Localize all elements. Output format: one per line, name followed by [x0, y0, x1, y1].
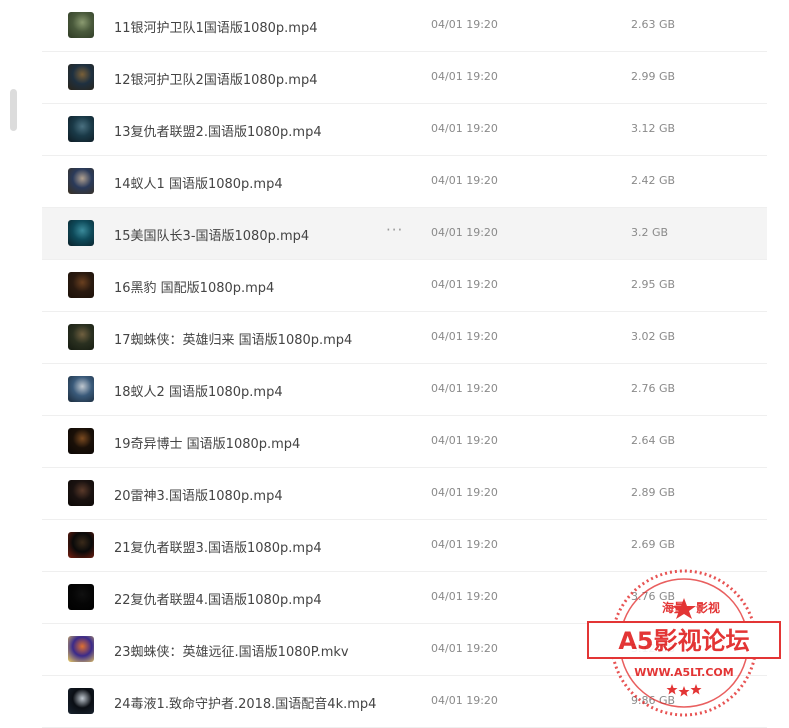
file-row[interactable]: 11银河护卫队1国语版1080p.mp4 04/01 19:20 2.63 GB [42, 0, 767, 52]
video-thumbnail-icon[interactable] [68, 688, 94, 714]
file-size: 2.42 GB [631, 174, 676, 187]
file-name[interactable]: 14蚁人1 国语版1080p.mp4 [114, 173, 283, 192]
video-thumbnail-icon[interactable] [68, 532, 94, 558]
file-name[interactable]: 18蚁人2 国语版1080p.mp4 [114, 381, 283, 400]
file-modified-date: 04/01 19:20 [431, 694, 498, 707]
file-size: 3.12 GB [631, 642, 676, 655]
video-thumbnail-icon[interactable] [68, 64, 94, 90]
file-modified-date: 04/01 19:20 [431, 382, 498, 395]
more-options-icon[interactable]: ··· [386, 221, 403, 239]
video-thumbnail-icon[interactable] [68, 12, 94, 38]
file-name[interactable]: 23蜘蛛侠：英雄远征.国语版1080P.mkv [114, 641, 349, 660]
file-name[interactable]: 12银河护卫队2国语版1080p.mp4 [114, 69, 317, 88]
file-modified-date: 04/01 19:20 [431, 486, 498, 499]
file-modified-date: 04/01 19:20 [431, 174, 498, 187]
file-size: 2.95 GB [631, 278, 676, 291]
file-size: 2.69 GB [631, 538, 676, 551]
file-list: 11银河护卫队1国语版1080p.mp4 04/01 19:20 2.63 GB 12… [42, 0, 767, 728]
file-modified-date: 04/01 19:20 [431, 70, 498, 83]
file-row[interactable]: 14蚁人1 国语版1080p.mp4 04/01 19:20 2.42 GB [42, 156, 767, 208]
file-modified-date: 04/01 19:20 [431, 226, 498, 239]
video-thumbnail-icon[interactable] [68, 116, 94, 142]
file-size: 9.86 GB [631, 694, 676, 707]
file-row[interactable]: 12银河护卫队2国语版1080p.mp4 04/01 19:20 2.99 GB [42, 52, 767, 104]
file-modified-date: 04/01 19:20 [431, 642, 498, 655]
file-modified-date: 04/01 19:20 [431, 434, 498, 447]
file-row[interactable]: 17蜘蛛侠：英雄归来 国语版1080p.mp4 04/01 19:20 3.02 G… [42, 312, 767, 364]
file-row[interactable]: 18蚁人2 国语版1080p.mp4 04/01 19:20 2.76 GB [42, 364, 767, 416]
file-modified-date: 04/01 19:20 [431, 330, 498, 343]
video-thumbnail-icon[interactable] [68, 324, 94, 350]
file-name[interactable]: 13复仇者联盟2.国语版1080p.mp4 [114, 121, 322, 140]
file-row[interactable]: 23蜘蛛侠：英雄远征.国语版1080P.mkv 04/01 19:20 3.12 G… [42, 624, 767, 676]
file-size: 3.02 GB [631, 330, 676, 343]
file-row[interactable]: 19奇异博士 国语版1080p.mp4 04/01 19:20 2.64 GB [42, 416, 767, 468]
file-size: 3.12 GB [631, 122, 676, 135]
video-thumbnail-icon[interactable] [68, 636, 94, 662]
file-modified-date: 04/01 19:20 [431, 122, 498, 135]
video-thumbnail-icon[interactable] [68, 376, 94, 402]
file-name[interactable]: 22复仇者联盟4.国语版1080p.mp4 [114, 589, 322, 608]
file-row[interactable]: 20雷神3.国语版1080p.mp4 04/01 19:20 2.89 GB [42, 468, 767, 520]
video-thumbnail-icon[interactable] [68, 584, 94, 610]
file-modified-date: 04/01 19:20 [431, 18, 498, 31]
file-name[interactable]: 19奇异博士 国语版1080p.mp4 [114, 433, 300, 452]
file-modified-date: 04/01 19:20 [431, 590, 498, 603]
file-row[interactable]: 16黑豹 国配版1080p.mp4 04/01 19:20 2.95 GB [42, 260, 767, 312]
file-size: 2.63 GB [631, 18, 676, 31]
file-size: 2.76 GB [631, 382, 676, 395]
file-row[interactable]: 24毒液1.致命守护者.2018.国语配音4k.mp4 04/01 19:20 9.… [42, 676, 767, 728]
file-name[interactable]: 20雷神3.国语版1080p.mp4 [114, 485, 283, 504]
video-thumbnail-icon[interactable] [68, 480, 94, 506]
file-name[interactable]: 17蜘蛛侠：英雄归来 国语版1080p.mp4 [114, 329, 352, 348]
file-size: 3.76 GB [631, 590, 676, 603]
file-row[interactable]: 21复仇者联盟3.国语版1080p.mp4 04/01 19:20 2.69 GB [42, 520, 767, 572]
file-name[interactable]: 16黑豹 国配版1080p.mp4 [114, 277, 274, 296]
video-thumbnail-icon[interactable] [68, 272, 94, 298]
video-thumbnail-icon[interactable] [68, 220, 94, 246]
file-row[interactable]: 13复仇者联盟2.国语版1080p.mp4 04/01 19:20 3.12 GB [42, 104, 767, 156]
file-row[interactable]: 15美国队长3-国语版1080p.mp4 ··· 04/01 19:20 3.2 GB [42, 208, 767, 260]
scrollbar-thumb[interactable] [10, 89, 17, 131]
video-thumbnail-icon[interactable] [68, 168, 94, 194]
file-size: 3.2 GB [631, 226, 669, 239]
file-size: 2.64 GB [631, 434, 676, 447]
file-row[interactable]: 22复仇者联盟4.国语版1080p.mp4 04/01 19:20 3.76 GB [42, 572, 767, 624]
file-name[interactable]: 24毒液1.致命守护者.2018.国语配音4k.mp4 [114, 693, 376, 712]
file-modified-date: 04/01 19:20 [431, 278, 498, 291]
file-name[interactable]: 21复仇者联盟3.国语版1080p.mp4 [114, 537, 322, 556]
file-size: 2.89 GB [631, 486, 676, 499]
file-modified-date: 04/01 19:20 [431, 538, 498, 551]
video-thumbnail-icon[interactable] [68, 428, 94, 454]
file-size: 2.99 GB [631, 70, 676, 83]
file-browser-page: 11银河护卫队1国语版1080p.mp4 04/01 19:20 2.63 GB 12… [0, 0, 789, 728]
file-name[interactable]: 15美国队长3-国语版1080p.mp4 [114, 225, 309, 244]
file-name[interactable]: 11银河护卫队1国语版1080p.mp4 [114, 17, 317, 36]
